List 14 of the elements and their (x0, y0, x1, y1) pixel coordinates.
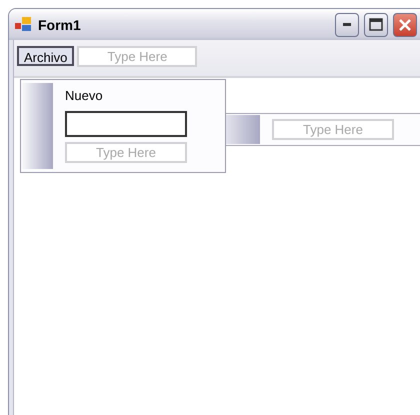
input-field[interactable] (65, 111, 187, 137)
maximize-button[interactable] (364, 12, 388, 36)
type-here-box[interactable]: Type Here (272, 119, 394, 140)
maximize-icon (369, 18, 383, 31)
window-title: Form1 (38, 16, 82, 32)
menu-item[interactable]: Nuevo (65, 86, 187, 106)
close-icon (398, 18, 412, 32)
close-button[interactable] (393, 12, 417, 36)
type-here-box[interactable]: Type Here (77, 46, 198, 67)
minimize-icon (343, 23, 351, 26)
menu-item[interactable]: Archivo (17, 46, 74, 66)
type-here-box[interactable]: Type Here (65, 142, 187, 163)
minimize-button[interactable] (335, 12, 359, 36)
app-icon (15, 17, 32, 32)
